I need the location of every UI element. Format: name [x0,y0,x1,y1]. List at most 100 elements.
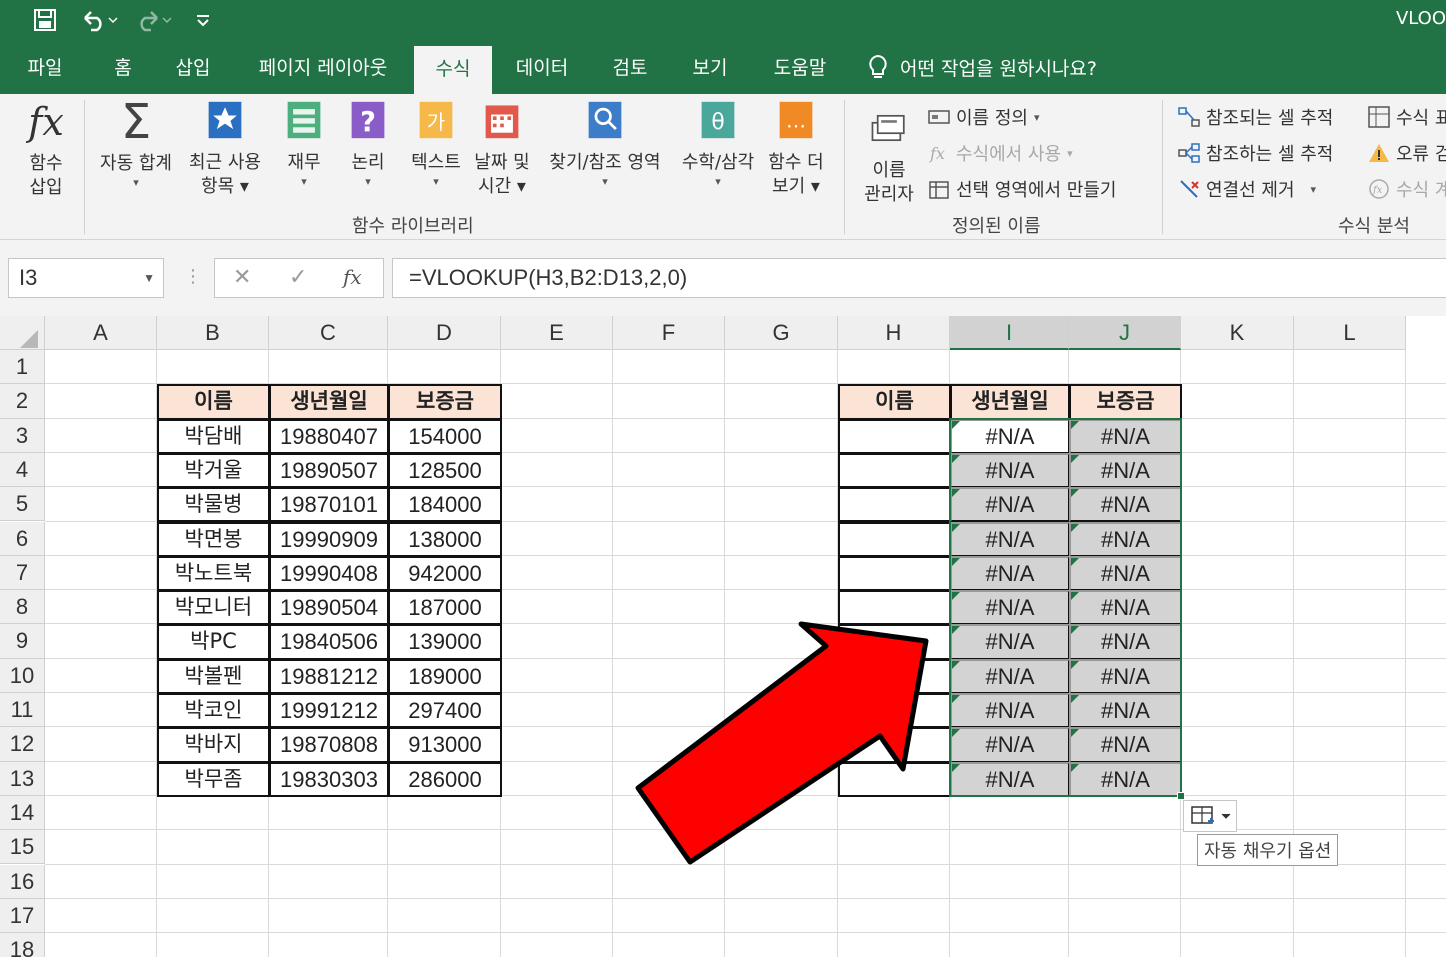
recently-used-line1: 최근 사용 [189,152,261,173]
question-icon: ? [351,101,385,139]
enter-icon[interactable]: ✓ [289,265,307,290]
ribbon-tabs: 파일 홈 삽입 페이지 레이아웃 수식 데이터 검토 보기 도움말 어떤 작업을… [0,40,1446,94]
sigma-icon: Σ [120,94,152,150]
formula-auditing-label: 수식 분석 [1338,216,1410,237]
tab-home[interactable]: 홈 [100,40,146,94]
trace-precedents-icon [1178,107,1200,127]
name-manager-icon [871,114,905,142]
lightbulb-icon [869,54,887,78]
name-box-value: I3 [19,265,38,290]
undo-icon[interactable] [76,6,122,34]
error-checking-button[interactable]: 오류 검 [1368,140,1446,166]
evaluate-formula-icon: fx [1369,179,1389,199]
use-in-formula-label: 수식에서 사용 [956,144,1062,165]
lookup-icon [588,101,622,139]
create-from-selection-label: 선택 영역에서 만들기 [956,180,1117,201]
more-functions-line1: 함수 더 [768,152,824,173]
create-from-selection-icon [929,181,949,199]
formula-input[interactable]: =VLOOKUP(H3,B2:D13,2,0) [392,258,1446,298]
trace-precedents-label: 참조되는 셀 추적 [1206,108,1334,129]
tell-me-search[interactable]: 어떤 작업을 원하시나요? [866,40,1136,94]
evaluate-formula-button[interactable]: fx 수식 계 [1368,176,1446,202]
name-box[interactable]: I3 ▼ [8,258,164,298]
define-name-button[interactable]: 이름 정의 ▾ [928,104,1040,130]
define-name-label: 이름 정의 [956,108,1028,129]
recently-used-line2: 항목 ▾ [201,176,249,197]
tab-insert[interactable]: 삽입 [162,40,224,94]
text-button[interactable]: 가 텍스트 ▾ [404,100,468,189]
error-checking-icon [1369,144,1389,162]
logical-button[interactable]: ? 논리 ▾ [344,100,392,189]
svg-text:fx: fx [929,144,945,163]
cancel-icon[interactable]: ✕ [233,265,251,290]
name-manager-line2: 관리자 [864,184,914,205]
more-icon: … [779,101,813,139]
tab-page-layout[interactable]: 페이지 레이아웃 [240,40,406,94]
svg-text:fx: fx [1372,185,1383,196]
remove-arrows-label: 연결선 제거 [1206,180,1295,201]
resize-handle-icon[interactable]: ⋮ [184,266,202,287]
math-trig-label: 수학/삼각 [681,152,755,173]
show-formulas-button[interactable]: 수식 표 [1368,104,1446,130]
calendar-icon [485,105,519,139]
insert-function-line1: 함수 [29,153,63,174]
math-trig-button[interactable]: θ 수학/삼각 ▾ [672,100,764,189]
defined-names-label: 정의된 이름 [952,216,1041,237]
insert-function-line2: 삽입 [29,177,63,198]
redo-icon[interactable] [130,6,176,34]
use-in-formula-button[interactable]: fx 수식에서 사용 ▾ [928,140,1073,166]
show-formulas-label: 수식 표 [1396,108,1446,129]
define-name-icon [928,110,950,124]
formula-buttons: ✕ ✓ fx [214,258,384,298]
trace-dependents-icon [1178,143,1200,163]
svg-text:θ: θ [711,110,724,135]
ribbon: fx 함수 삽입 Σ 자동 합계 ▾ 최근 사용 항목 ▾ 재무 ▾ ? 논리 … [0,94,1446,240]
red-arrow [635,621,929,865]
formula-bar: I3 ▼ ⋮ ✕ ✓ fx =VLOOKUP(H3,B2:D13,2,0) [0,240,1446,316]
tab-file[interactable]: 파일 [12,40,78,94]
customize-qat-icon[interactable] [190,6,216,34]
svg-text:…: … [786,108,806,132]
datetime-button[interactable]: 날짜 및 시간 ▾ [470,100,534,199]
evaluate-formula-label: 수식 계 [1396,180,1446,201]
title-bar: VLOO [0,0,1446,40]
autosum-button[interactable]: Σ 자동 합계 ▾ [92,94,180,190]
tab-data[interactable]: 데이터 [504,40,580,94]
lookup-button[interactable]: 찾기/참조 영역 ▾ [540,100,670,189]
error-checking-label: 오류 검 [1396,144,1446,165]
svg-text:?: ? [360,107,376,138]
text-icon: 가 [419,101,453,139]
trace-dependents-button[interactable]: 참조하는 셀 추적 [1178,140,1333,166]
tab-review[interactable]: 검토 [600,40,660,94]
remove-arrows-button[interactable]: 연결선 제거 ▾ [1178,176,1316,202]
more-functions-button[interactable]: … 함수 더 보기 ▾ [762,100,830,199]
tab-help[interactable]: 도움말 [760,40,840,94]
chevron-down-icon[interactable]: ▼ [143,259,155,297]
trace-dependents-label: 참조하는 셀 추적 [1206,144,1334,165]
document-title: VLOO [1395,8,1446,29]
logical-label: 논리 [351,152,385,173]
recently-used-button[interactable]: 최근 사용 항목 ▾ [182,100,268,199]
theta-icon: θ [701,101,735,139]
datetime-line1: 날짜 및 [474,152,530,173]
name-manager-line1: 이름 [872,160,906,181]
financial-button[interactable]: 재무 ▾ [280,100,328,189]
finance-icon [287,101,321,139]
group-separator [1162,100,1163,234]
tab-formulas[interactable]: 수식 [414,46,492,94]
tell-me-text: 어떤 작업을 원하시나요? [900,57,1097,80]
datetime-line2: 시간 ▾ [478,176,526,197]
svg-text:가: 가 [427,110,445,134]
insert-function-button[interactable]: fx 함수 삽입 [18,100,74,200]
save-icon[interactable] [30,6,60,34]
name-manager-button[interactable]: 이름 관리자 [858,108,920,207]
autosum-label: 자동 합계 [100,153,172,174]
tab-view[interactable]: 보기 [680,40,740,94]
function-library-label: 함수 라이브러리 [352,216,474,237]
create-from-selection-button[interactable]: 선택 영역에서 만들기 [928,176,1116,202]
lookup-label: 찾기/참조 영역 [549,152,661,173]
remove-arrows-icon [1180,180,1199,198]
fx-icon[interactable]: fx [343,265,362,289]
trace-precedents-button[interactable]: 참조되는 셀 추적 [1178,104,1333,130]
select-all-icon [20,330,38,348]
